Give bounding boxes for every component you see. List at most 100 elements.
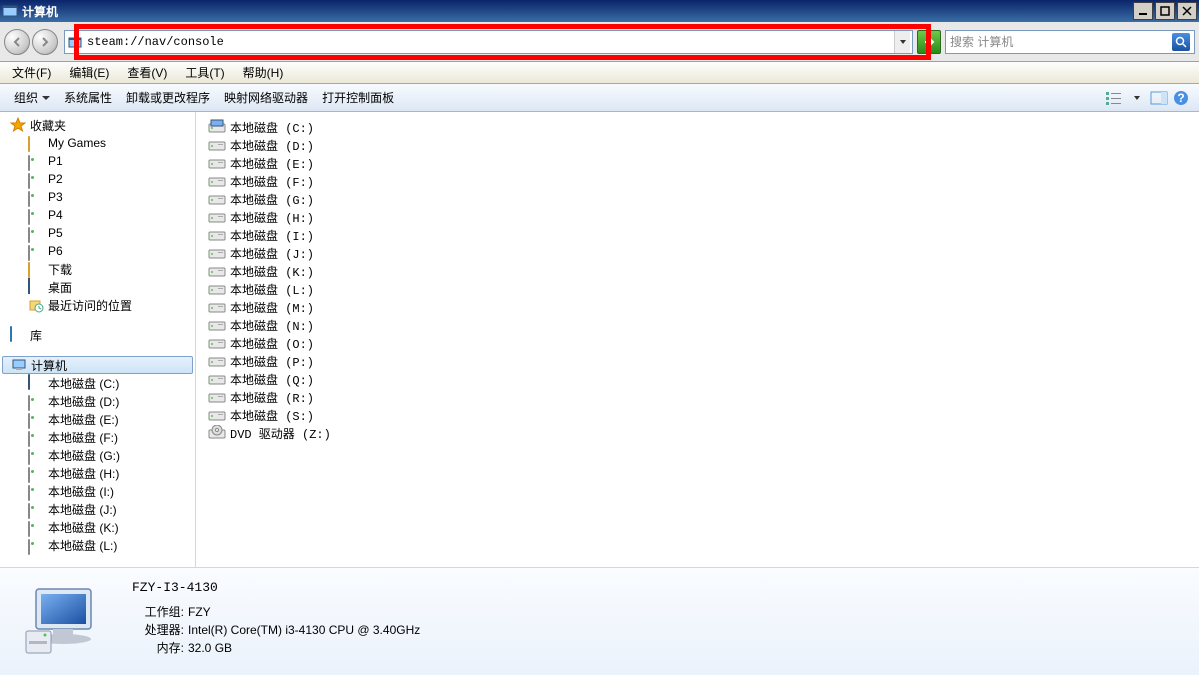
drive-item-6[interactable]: 本地磁盘 (I:) [196,226,1199,244]
nav-favorites[interactable]: 收藏夹 [0,116,195,134]
nav-computer[interactable]: 计算机 [2,356,193,374]
drive-icon [208,137,226,153]
drive-icon [208,353,226,369]
drive-item-14[interactable]: 本地磁盘 (Q:) [196,370,1199,388]
toolbar: 组织 系统属性 卸载或更改程序 映射网络驱动器 打开控制面板 ? [0,84,1199,112]
control-panel-button[interactable]: 打开控制面板 [316,87,400,108]
view-dropdown-icon[interactable] [1127,88,1147,108]
drive-item-1[interactable]: 本地磁盘 (D:) [196,136,1199,154]
drive-icon [208,281,226,297]
nav-fav-item-8[interactable]: 桌面 [0,278,195,296]
nav-drive-8[interactable]: 本地磁盘 (K:) [0,518,195,536]
drive-item-15[interactable]: 本地磁盘 (R:) [196,388,1199,406]
maximize-button[interactable] [1155,2,1175,20]
drive-icon [208,371,226,387]
nav-drive-2[interactable]: 本地磁盘 (E:) [0,410,195,428]
drive-item-4[interactable]: 本地磁盘 (G:) [196,190,1199,208]
go-button[interactable] [917,30,941,54]
minimize-button[interactable] [1133,2,1153,20]
nav-fav-item-9[interactable]: 最近访问的位置 [0,296,195,314]
drive-icon [208,317,226,333]
drive-item-2[interactable]: 本地磁盘 (E:) [196,154,1199,172]
drive-icon [208,245,226,261]
computer-large-icon [16,576,116,666]
nav-drive-9[interactable]: 本地磁盘 (L:) [0,536,195,554]
nav-fav-item-7[interactable]: 下载 [0,260,195,278]
nav-drive-5[interactable]: 本地磁盘 (H:) [0,464,195,482]
details-row-1: 处理器:Intel(R) Core(TM) i3-4130 CPU @ 3.40… [132,621,420,639]
nav-fav-item-4[interactable]: P4 [0,206,195,224]
nav-fav-item-5[interactable]: P5 [0,224,195,242]
nav-fav-item-3[interactable]: P3 [0,188,195,206]
search-box[interactable]: 搜索 计算机 [945,30,1195,54]
drive-icon [208,155,226,171]
menu-file[interactable]: 文件(F) [4,62,59,83]
address-bar-row: 搜索 计算机 [0,22,1199,62]
drive-item-5[interactable]: 本地磁盘 (H:) [196,208,1199,226]
forward-button[interactable] [32,29,58,55]
details-pane: FZY-I3-4130 工作组:FZY处理器:Intel(R) Core(TM)… [0,567,1199,675]
details-row-0: 工作组:FZY [132,603,420,621]
nav-drive-1[interactable]: 本地磁盘 (D:) [0,392,195,410]
titlebar: 计算机 [0,0,1199,22]
system-properties-button[interactable]: 系统属性 [58,87,118,108]
organize-button[interactable]: 组织 [8,87,56,108]
search-placeholder: 搜索 计算机 [950,33,1172,50]
menu-tools[interactable]: 工具(T) [177,62,232,83]
drive-icon [208,389,226,405]
nav-drive-0[interactable]: 本地磁盘 (C:) [0,374,195,392]
search-icon[interactable] [1172,33,1190,51]
nav-fav-item-1[interactable]: P1 [0,152,195,170]
window-title: 计算机 [22,3,1133,20]
nav-drive-3[interactable]: 本地磁盘 (F:) [0,428,195,446]
drive-icon [208,191,226,207]
drive-icon [208,425,226,441]
drive-icon [208,119,226,135]
svg-text:?: ? [1177,91,1184,105]
window-icon [2,3,18,19]
drive-item-9[interactable]: 本地磁盘 (L:) [196,280,1199,298]
drive-item-13[interactable]: 本地磁盘 (P:) [196,352,1199,370]
preview-pane-icon[interactable] [1149,88,1169,108]
address-dropdown[interactable] [894,31,910,53]
nav-fav-item-0[interactable]: My Games [0,134,195,152]
address-input[interactable] [87,35,894,49]
drive-icon [208,299,226,315]
nav-fav-item-6[interactable]: P6 [0,242,195,260]
drive-icon [208,227,226,243]
drive-item-8[interactable]: 本地磁盘 (K:) [196,262,1199,280]
navigation-pane[interactable]: 收藏夹My GamesP1P2P3P4P5P6下载桌面最近访问的位置库计算机本地… [0,112,196,567]
help-icon[interactable]: ? [1171,88,1191,108]
details-name: FZY-I3-4130 [132,580,420,595]
address-icon [67,34,83,50]
menu-help[interactable]: 帮助(H) [235,62,292,83]
drive-icon [208,407,226,423]
drive-icon [208,209,226,225]
nav-drive-7[interactable]: 本地磁盘 (J:) [0,500,195,518]
drive-item-17[interactable]: DVD 驱动器 (Z:) [196,424,1199,442]
drive-item-7[interactable]: 本地磁盘 (J:) [196,244,1199,262]
view-mode-icon[interactable] [1105,88,1125,108]
close-button[interactable] [1177,2,1197,20]
details-row-2: 内存:32.0 GB [132,639,420,657]
address-bar[interactable] [64,30,913,54]
uninstall-button[interactable]: 卸载或更改程序 [120,87,216,108]
menu-bar: 文件(F) 编辑(E) 查看(V) 工具(T) 帮助(H) [0,62,1199,84]
content-pane[interactable]: 本地磁盘 (C:)本地磁盘 (D:)本地磁盘 (E:)本地磁盘 (F:)本地磁盘… [196,112,1199,567]
map-drive-button[interactable]: 映射网络驱动器 [218,87,314,108]
menu-view[interactable]: 查看(V) [119,62,175,83]
drive-item-3[interactable]: 本地磁盘 (F:) [196,172,1199,190]
nav-drive-4[interactable]: 本地磁盘 (G:) [0,446,195,464]
menu-edit[interactable]: 编辑(E) [61,62,117,83]
drive-item-11[interactable]: 本地磁盘 (N:) [196,316,1199,334]
drive-item-10[interactable]: 本地磁盘 (M:) [196,298,1199,316]
drive-item-0[interactable]: 本地磁盘 (C:) [196,118,1199,136]
drive-item-16[interactable]: 本地磁盘 (S:) [196,406,1199,424]
drive-icon [208,173,226,189]
back-button[interactable] [4,29,30,55]
nav-fav-item-2[interactable]: P2 [0,170,195,188]
drive-item-12[interactable]: 本地磁盘 (O:) [196,334,1199,352]
drive-icon [208,263,226,279]
nav-drive-6[interactable]: 本地磁盘 (I:) [0,482,195,500]
nav-libraries[interactable]: 库 [0,326,195,344]
